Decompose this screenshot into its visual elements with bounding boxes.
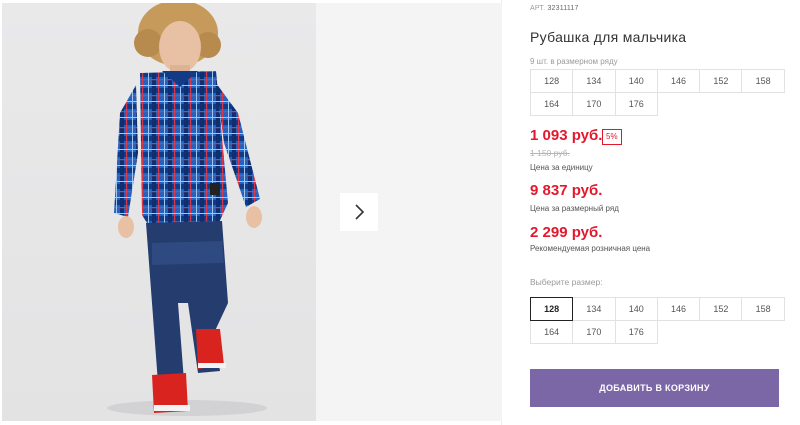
unit-price-label: Цена за единицу (530, 163, 593, 172)
pack-size-cell: 164 (530, 92, 574, 116)
discount-badge: 5% (602, 129, 622, 145)
pack-size-cell: 140 (614, 69, 658, 93)
add-to-cart-button[interactable]: ДОБАВИТЬ В КОРЗИНУ (530, 369, 779, 407)
pack-size-cell: 176 (614, 92, 658, 116)
unit-price: 1 093 руб. (530, 127, 603, 144)
chevron-right-icon (355, 204, 365, 220)
size-selector: 128 134 140 146 152 158 164 170 176 (530, 297, 785, 344)
size-option[interactable]: 134 (572, 297, 616, 321)
boy-in-plaid-shirt-image (107, 3, 267, 416)
product-title: Рубашка для мальчика (530, 29, 687, 45)
size-option[interactable]: 176 (614, 320, 658, 344)
gallery-next-button[interactable] (340, 193, 378, 231)
size-option[interactable]: 158 (741, 297, 785, 321)
size-option-selected[interactable]: 128 (530, 297, 574, 321)
pack-size-grid: 128 134 140 146 152 158 164 170 176 (530, 69, 785, 116)
article-value: 32311117 (547, 5, 579, 12)
retail-price-label: Рекомендуемая розничная цена (530, 244, 651, 253)
pack-size-cell: 158 (741, 69, 785, 93)
product-gallery (0, 0, 502, 425)
pack-size-cell: 146 (656, 69, 701, 93)
size-option[interactable]: 146 (656, 297, 701, 321)
size-option[interactable]: 140 (614, 297, 658, 321)
article-label: АРТ. (530, 5, 546, 12)
pack-size-cell: 152 (699, 69, 743, 93)
size-option[interactable]: 152 (699, 297, 743, 321)
old-price: 1 150 руб. (530, 148, 570, 158)
pack-size-cell: 128 (530, 69, 574, 93)
pack-size-cell: 170 (572, 92, 616, 116)
pack-price-label: Цена за размерный ряд (530, 204, 619, 213)
pack-size-cell: 134 (572, 69, 616, 93)
retail-price: 2 299 руб. (530, 224, 603, 241)
article-number: АРТ. 32311117 (530, 5, 579, 12)
pack-price: 9 837 руб. (530, 182, 603, 199)
product-photo[interactable] (2, 3, 316, 421)
size-selector-label: Выберите размер: (530, 277, 603, 287)
pack-size-note: 9 шт. в размерном ряду (530, 57, 618, 66)
size-option[interactable]: 164 (530, 320, 574, 344)
size-option[interactable]: 170 (572, 320, 616, 344)
